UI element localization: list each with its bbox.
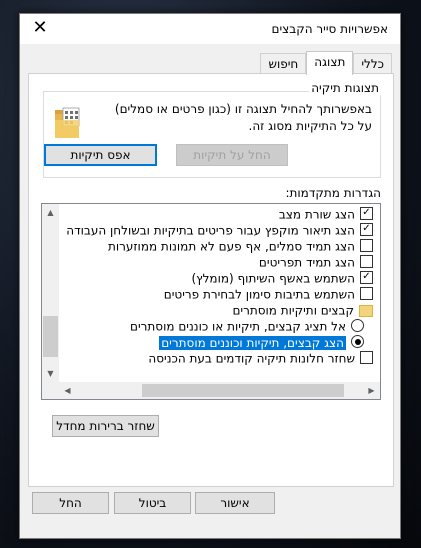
tab-view[interactable]: תצוגה — [306, 51, 354, 75]
folder-icon — [359, 304, 373, 317]
scroll-down-icon[interactable]: ▼ — [42, 365, 59, 382]
view-tab-panel: באפשרותך להחיל תצוגה זו (כגון פרטים או ס… — [28, 73, 394, 487]
checkbox-icon[interactable] — [360, 239, 373, 252]
title-bar: אפשרויות סייר הקבצים ✕ — [20, 14, 400, 44]
vertical-scroll-thumb[interactable] — [43, 316, 58, 357]
folder-view-icon — [55, 107, 80, 138]
dialog-title: אפשרויות סייר הקבצים — [271, 22, 388, 36]
tab-search[interactable]: חיפוש — [260, 53, 307, 74]
list-item[interactable]: ✓השתמש באשף השיתוף (מומלץ) — [191, 270, 373, 286]
folder-options-dialog: אפשרויות סייר הקבצים ✕ כללי תצוגה חיפוש … — [19, 13, 401, 539]
list-item[interactable]: ✓הצג שורת מצב — [279, 206, 373, 222]
checkbox-checked-icon[interactable]: ✓ — [360, 207, 373, 220]
list-item[interactable]: הצג קבצים, תיקיות וכוננים מוסתרים — [159, 334, 364, 350]
tab-general[interactable]: כללי — [353, 53, 392, 74]
scrollbar-corner — [42, 382, 59, 399]
scroll-left-icon[interactable]: ◀ — [59, 382, 76, 399]
folder-views-legend: תצוגות תיקיה — [309, 81, 381, 95]
reset-folders-button[interactable]: אפס תיקיות — [44, 144, 157, 166]
checkbox-icon[interactable] — [360, 351, 373, 364]
list-item[interactable]: שחזר חלונות תיקיה קודמים בעת הכניסה — [148, 350, 373, 366]
advanced-settings-list: ✓הצג שורת מצב ✓הצג תיאור מוקפץ עבור פריט… — [41, 203, 381, 400]
list-item: קבצים ותיקיות מוסתרים — [232, 302, 373, 318]
list-item[interactable]: הצג תמיד סמלים, אף פעם לא תמונות ממוזערו… — [108, 238, 373, 254]
tab-strip: כללי תצוגה חיפוש — [260, 51, 392, 75]
folder-views-group: באפשרותך להחיל תצוגה זו (כגון פרטים או ס… — [43, 91, 381, 178]
folder-views-description: באפשרותך להחיל תצוגה זו (כגון פרטים או ס… — [114, 102, 372, 133]
apply-button[interactable]: החל — [32, 492, 109, 514]
checkbox-checked-icon[interactable]: ✓ — [360, 223, 373, 236]
scroll-up-icon[interactable]: ▲ — [42, 204, 59, 221]
horizontal-scroll-thumb[interactable] — [142, 384, 344, 397]
list-item[interactable]: השתמש בתיבות סימון לבחירת פריטים — [164, 286, 373, 302]
apply-to-folders-button[interactable]: החל על תיקיות — [176, 144, 288, 166]
list-item[interactable]: אל תציג קבצים, תיקיות או כוננים מוסתרים — [130, 318, 364, 334]
radio-icon[interactable] — [351, 319, 364, 332]
advanced-settings-label: הגדרות מתקדמות: — [285, 186, 381, 200]
ok-button[interactable]: אישור — [195, 492, 275, 514]
list-item[interactable]: ✓הצג תיאור מוקפץ עבור פריטים בתיקיות ובש… — [66, 222, 373, 238]
restore-defaults-button[interactable]: שחזר ברירות מחדל — [52, 415, 159, 437]
vertical-scrollbar[interactable]: ▲ ▼ — [42, 204, 59, 382]
scroll-right-icon[interactable]: ▶ — [363, 382, 380, 399]
checkbox-icon[interactable] — [360, 287, 373, 300]
close-icon[interactable]: ✕ — [26, 17, 54, 41]
list-item[interactable]: הצג תמיד תפריטים — [259, 254, 373, 270]
cancel-button[interactable]: ביטול — [114, 492, 191, 514]
radio-selected-icon[interactable] — [351, 335, 364, 348]
horizontal-scrollbar[interactable]: ◀ ▶ — [59, 382, 380, 399]
checkbox-icon[interactable] — [360, 255, 373, 268]
checkbox-checked-icon[interactable]: ✓ — [360, 271, 373, 284]
